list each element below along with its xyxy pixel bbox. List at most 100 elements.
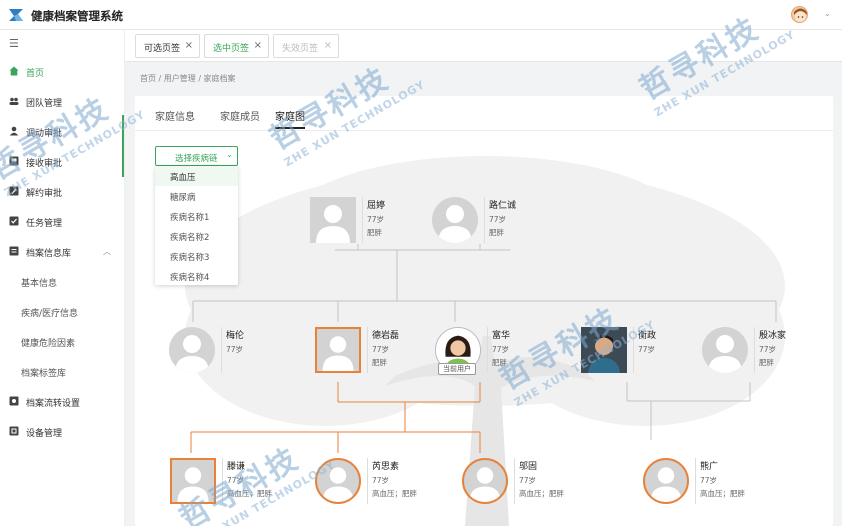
- avatar: [702, 327, 748, 373]
- member-card-current[interactable]: 当前用户 富华 77岁 肥胖: [435, 327, 535, 377]
- dropdown-option[interactable]: 疾病名称3: [155, 246, 238, 266]
- avatar: [310, 197, 356, 243]
- option-label: 糖尿病: [170, 193, 196, 203]
- tab-label: 选中页签: [213, 44, 250, 54]
- member-age: 77岁: [367, 215, 385, 224]
- avatar-placeholder-icon: [650, 467, 682, 502]
- divider: [754, 327, 755, 373]
- sidebar-subitem-tag-library[interactable]: 档案标签库: [0, 358, 124, 386]
- sidebar-subitem-basic-info[interactable]: 基本信息: [0, 268, 124, 296]
- member-name: 邬固: [519, 462, 538, 472]
- app-title: 健康档案管理系统: [31, 9, 123, 23]
- dropdown-option[interactable]: 疾病名称2: [155, 226, 238, 246]
- avatar-placeholder-icon: [175, 335, 209, 373]
- member-card[interactable]: 路仁诚 77岁 肥胖: [432, 197, 532, 247]
- member-age: 77岁: [372, 476, 390, 485]
- tab-family-info[interactable]: 家庭信息: [155, 108, 195, 123]
- avatar-placeholder-icon: [469, 467, 501, 502]
- sidebar-subitem-medical-info[interactable]: 疾病/医疗信息: [0, 298, 124, 326]
- member-conditions: 肥胖: [372, 358, 387, 367]
- member-card[interactable]: 邬固 77岁 高血压；肥胖: [462, 458, 572, 508]
- tab-label: 失效页签: [282, 44, 319, 54]
- device-icon: [9, 426, 19, 436]
- dropdown-option[interactable]: 疾病名称1: [155, 206, 238, 226]
- app-logo-icon: [9, 9, 23, 21]
- member-card[interactable]: 芮思素 77岁 高血压；肥胖: [315, 458, 425, 508]
- member-conditions: 高血压；肥胖: [227, 489, 272, 498]
- sidebar-item-receive-approval[interactable]: 接收审批: [0, 148, 124, 176]
- avatar-placeholder-icon: [316, 205, 350, 243]
- sidebar-item-label: 解约审批: [26, 189, 63, 199]
- sidebar-item-cancel-approval[interactable]: 解约审批: [0, 178, 124, 206]
- avatar: [581, 327, 627, 373]
- divider: [633, 327, 634, 373]
- sidebar-scrollbar[interactable]: [122, 115, 124, 177]
- member-card[interactable]: 屈婷 77岁 肥胖: [310, 197, 410, 247]
- dropdown-option[interactable]: 糖尿病: [155, 186, 238, 206]
- sidebar-subitem-label: 基本信息: [21, 279, 58, 289]
- divider: [514, 458, 515, 504]
- sidebar-subitem-risk-factors[interactable]: 健康危险因素: [0, 328, 124, 356]
- sidebar-subitem-label: 档案标签库: [21, 369, 67, 379]
- sidebar-item-transfer-approval[interactable]: 调动审批: [0, 118, 124, 146]
- divider: [222, 458, 223, 504]
- divider: [367, 327, 368, 373]
- member-card[interactable]: 衡政 77岁: [581, 327, 681, 377]
- option-label: 疾病名称2: [170, 233, 210, 243]
- current-user-badge: 当前用户: [438, 363, 476, 375]
- close-icon[interactable]: ×: [185, 40, 193, 51]
- member-card[interactable]: 德岩磊 77岁 肥胖: [315, 327, 415, 377]
- member-age: 77岁: [759, 345, 777, 354]
- member-age: 77岁: [638, 345, 656, 354]
- avatar: [462, 458, 508, 504]
- user-avatar[interactable]: [791, 6, 808, 23]
- sidebar-item-archive-flow[interactable]: 档案流转设置: [0, 388, 124, 416]
- close-icon[interactable]: ×: [254, 40, 262, 51]
- dropdown-option[interactable]: 高血压: [155, 166, 238, 186]
- tab-optional[interactable]: 可选页签 ×: [135, 34, 200, 58]
- chevron-down-icon: ⌄: [226, 150, 233, 159]
- sidebar-item-home[interactable]: 首页: [0, 58, 124, 86]
- member-age: 77岁: [489, 215, 507, 224]
- chevron-up-icon: ︿: [103, 247, 111, 256]
- sidebar-item-task[interactable]: 任务管理: [0, 208, 124, 236]
- option-label: 疾病名称3: [170, 253, 210, 263]
- tab-label: 可选页签: [144, 44, 181, 54]
- dropdown-option[interactable]: 疾病名称4: [155, 266, 238, 286]
- member-card[interactable]: 梅伦 77岁: [169, 327, 269, 377]
- sidebar-item-archive[interactable]: 档案信息库 ︿: [0, 238, 124, 266]
- user-icon: [9, 126, 19, 136]
- member-conditions: 高血压；肥胖: [372, 489, 417, 498]
- sidebar-item-team[interactable]: 团队管理: [0, 88, 124, 116]
- avatar-placeholder-icon: [177, 467, 209, 502]
- member-card[interactable]: 滕谦 77岁 高血压；肥胖: [170, 458, 280, 508]
- disease-chain-select[interactable]: 选择疾病链 ⌄: [155, 146, 238, 166]
- chevron-down-icon[interactable]: ⌄: [824, 9, 831, 18]
- page-tabs-bar: 可选页签 × 选中页签 × 失效页签 ×: [125, 30, 842, 62]
- breadcrumb: 首页 / 用户管理 / 家庭档案: [140, 74, 236, 83]
- tab-disabled: 失效页签 ×: [273, 34, 339, 58]
- member-card[interactable]: 殷冰家 77岁 肥胖: [702, 327, 802, 377]
- tab-selected[interactable]: 选中页签 ×: [204, 34, 269, 58]
- divider: [695, 458, 696, 504]
- member-card[interactable]: 熊广 77岁 高血压；肥胖: [643, 458, 753, 508]
- tab-family-members[interactable]: 家庭成员: [220, 108, 260, 123]
- flow-icon: [9, 396, 19, 406]
- avatar: [170, 458, 216, 504]
- avatar: [315, 327, 361, 373]
- menu-collapse-icon[interactable]: ☰: [9, 38, 19, 49]
- avatar: [643, 458, 689, 504]
- sidebar-item-label: 接收审批: [26, 159, 63, 169]
- divider: [367, 458, 368, 504]
- member-age: 77岁: [226, 345, 244, 354]
- sidebar-item-device[interactable]: 设备管理: [0, 418, 124, 446]
- member-name: 德岩磊: [372, 331, 400, 341]
- tab-family-tree[interactable]: 家庭图: [275, 108, 305, 123]
- member-conditions: 肥胖: [367, 228, 382, 237]
- select-label: 选择疾病链: [175, 154, 218, 164]
- disease-chain-dropdown: 高血压 糖尿病 疾病名称1 疾病名称2 疾病名称3 疾病名称4: [155, 166, 238, 285]
- option-label: 高血压: [170, 173, 196, 183]
- member-age: 77岁: [700, 476, 718, 485]
- member-name: 富华: [492, 331, 511, 341]
- edit-icon: [9, 186, 19, 196]
